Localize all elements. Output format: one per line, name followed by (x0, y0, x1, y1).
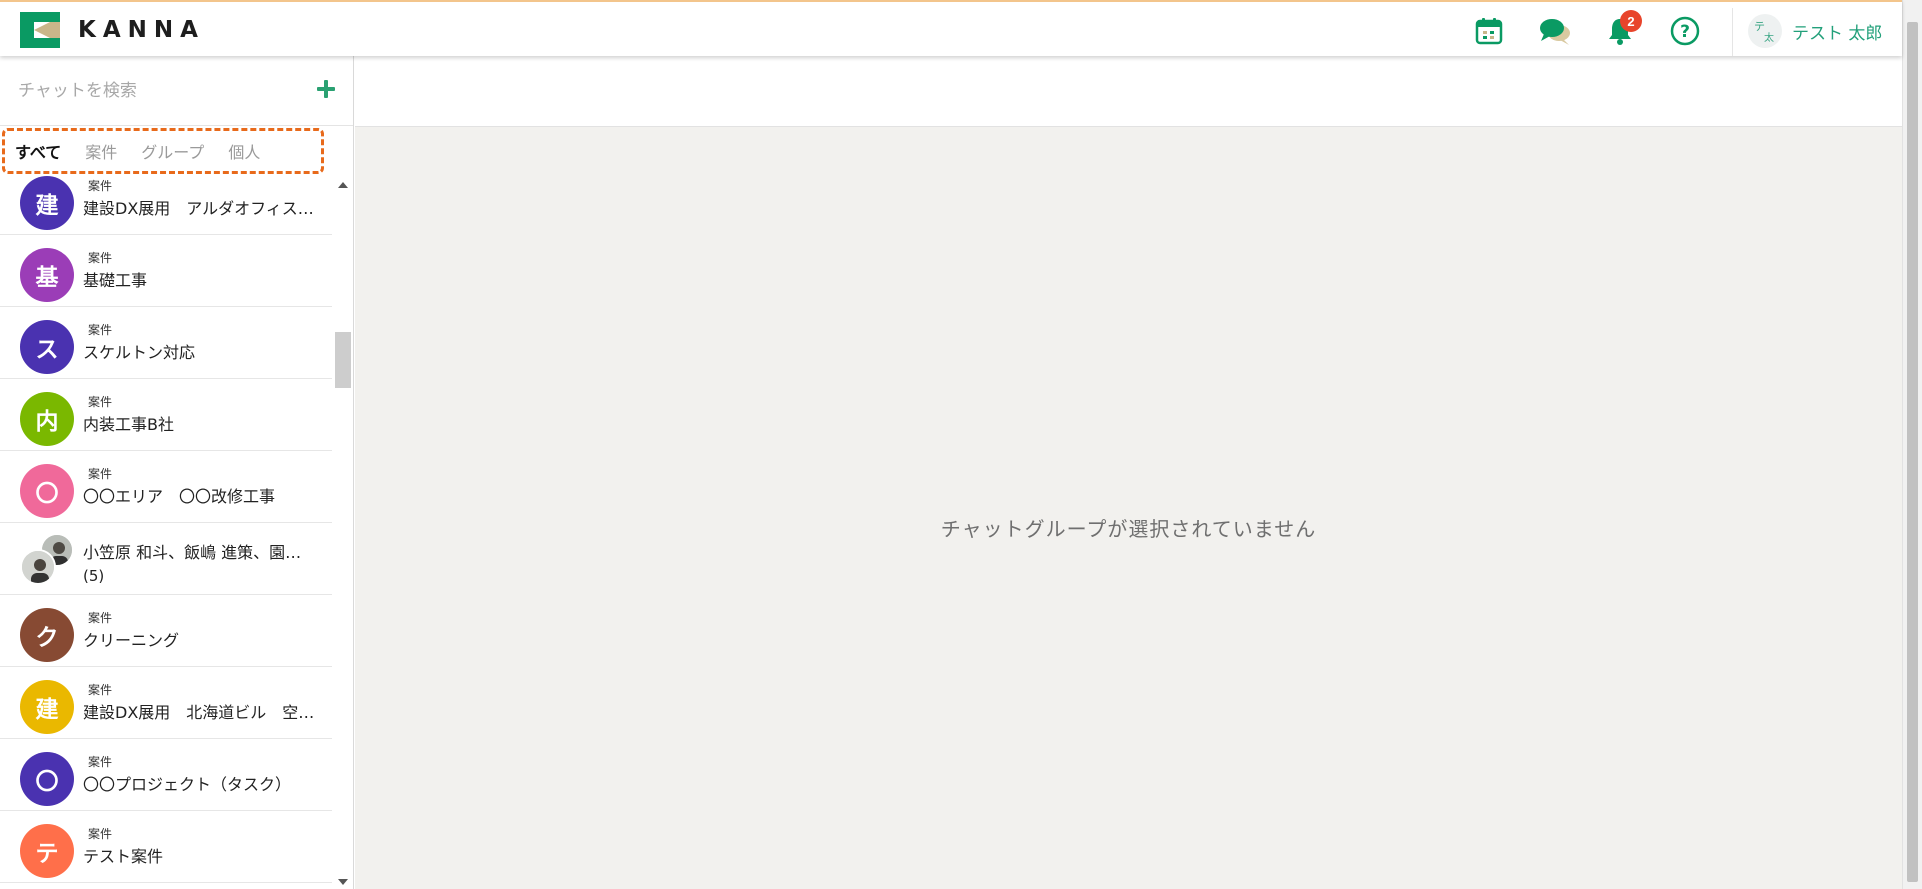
page-scrollbar[interactable] (1902, 0, 1922, 889)
chat-avatar: 内 (20, 392, 74, 446)
chat-list: 建 案件 建設DX展用 アルダオフィス… 基 案件 基礎工事 ス 案件 スケルト… (0, 176, 332, 889)
scroll-down-arrow-icon[interactable] (338, 879, 348, 885)
chat-type-label: 案件 (88, 827, 113, 841)
chat-title: テスト案件 (83, 847, 164, 866)
chat-search-input[interactable] (18, 74, 298, 108)
user-name: テスト 太郎 (1792, 23, 1883, 44)
chat-avatar: ス (20, 320, 74, 374)
chat-title: 建設DX展用 アルダオフィス… (83, 199, 314, 218)
tab-groups[interactable]: グループ (141, 139, 204, 163)
notification-bell-icon[interactable]: 2 (1603, 10, 1642, 48)
chat-avatar: 〇 (20, 752, 74, 806)
chat-list-item[interactable]: 小笠原 和斗、飯嶋 進策、園… (5) (0, 523, 332, 595)
scroll-up-arrow-icon[interactable] (338, 182, 348, 188)
chat-list-item[interactable]: 〇 案件 〇〇エリア 〇〇改修工事 (0, 451, 332, 523)
chat-title: 内装工事B社 (83, 415, 174, 434)
chat-search-bar (0, 56, 353, 126)
chat-list-item[interactable]: 建 案件 建設DX展用 アルダオフィス… (0, 176, 332, 235)
chat-list-item[interactable]: 基 案件 基礎工事 (0, 235, 332, 307)
chat-list-item[interactable]: ス 案件 スケルトン対応 (0, 307, 332, 379)
chat-type-label: 案件 (88, 323, 113, 337)
tab-personal[interactable]: 個人 (228, 139, 260, 163)
chat-filter-tabs: すべて 案件 グループ 個人 (2, 128, 324, 174)
chat-list-scrollbar[interactable] (333, 176, 353, 889)
chat-avatar: 〇 (20, 464, 74, 518)
chat-content-area: チャットグループが選択されていません (355, 127, 1902, 889)
chat-title: 基礎工事 (83, 271, 148, 290)
chat-type-label: 案件 (88, 251, 113, 265)
chat-type-label: 案件 (88, 467, 113, 481)
chat-header-area (355, 56, 1902, 127)
user-avatar: テ 太 (1748, 14, 1782, 48)
kanna-logo[interactable]: KANNA (20, 12, 205, 48)
member-photo-avatar (20, 549, 56, 585)
chat-list-item[interactable]: テ 案件 テスト案件 (0, 811, 332, 883)
chat-avatar: ク (20, 608, 74, 662)
chat-sidebar: すべて 案件 グループ 個人 建 案件 建設DX展用 アルダオフィス… 基 案件… (0, 56, 354, 889)
chat-title: 〇〇エリア 〇〇改修工事 (83, 487, 276, 506)
chat-type-label: 案件 (88, 755, 113, 769)
member-count: (5) (83, 567, 105, 585)
chat-icon[interactable] (1538, 14, 1572, 48)
logo-text: KANNA (78, 17, 205, 43)
scrollbar-thumb[interactable] (335, 332, 351, 388)
chat-title: 建設DX展用 北海道ビル 空… (83, 703, 315, 722)
empty-state-message: チャットグループが選択されていません (940, 517, 1317, 541)
tab-projects[interactable]: 案件 (85, 139, 117, 163)
header-divider (1732, 8, 1733, 56)
chat-type-label: 案件 (88, 683, 113, 697)
chat-title: 〇〇プロジェクト（タスク） (83, 775, 292, 794)
notification-count-badge: 2 (1620, 10, 1642, 32)
chat-avatar: 建 (20, 680, 74, 734)
chat-type-label: 案件 (88, 395, 113, 409)
chat-title: 小笠原 和斗、飯嶋 進策、園… (83, 543, 302, 562)
chat-title: スケルトン対応 (83, 343, 196, 362)
chat-list-item[interactable]: ク 案件 クリーニング (0, 595, 332, 667)
tab-all[interactable]: すべて (15, 139, 61, 163)
chat-type-label: 案件 (88, 611, 113, 625)
chat-avatar: 建 (20, 176, 74, 230)
chat-avatar: 基 (20, 248, 74, 302)
calendar-icon[interactable] (1472, 14, 1506, 48)
chat-type-label: 案件 (88, 179, 113, 193)
svg-text:?: ? (1680, 22, 1690, 42)
user-menu[interactable]: テ 太 テスト 太郎 (1748, 14, 1882, 48)
chat-avatar: テ (20, 824, 74, 878)
chat-list-item[interactable]: 〇 案件 〇〇プロジェクト（タスク） (0, 739, 332, 811)
top-bar: KANNA 2 ? テ 太 テスト 太郎 (0, 0, 1902, 56)
chat-list-item[interactable]: 内 案件 内装工事B社 (0, 379, 332, 451)
kanna-logo-mark (20, 12, 60, 48)
page-scrollbar-thumb[interactable] (1907, 22, 1918, 882)
help-icon[interactable]: ? (1668, 14, 1702, 48)
chat-list-item[interactable]: 建 案件 建設DX展用 北海道ビル 空… (0, 667, 332, 739)
chat-title: クリーニング (83, 631, 180, 650)
add-chat-button[interactable] (313, 76, 339, 102)
